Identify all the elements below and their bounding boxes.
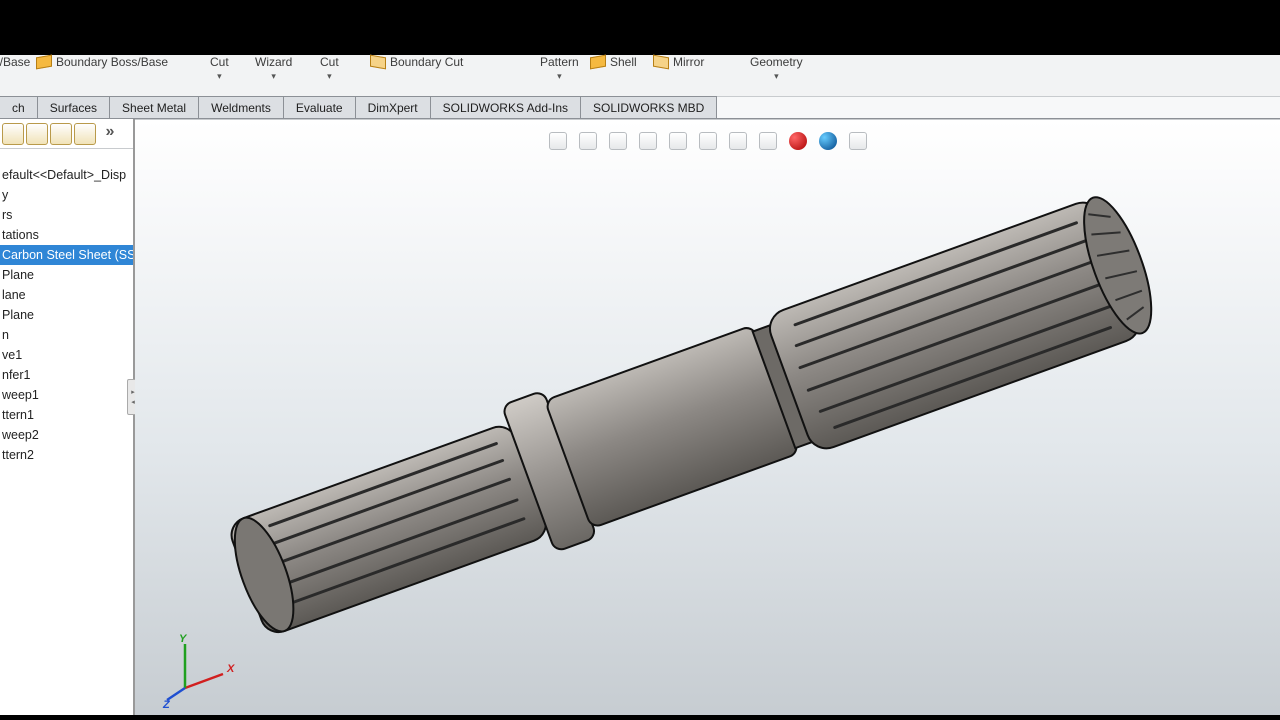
window-bottom-crop	[0, 715, 1280, 720]
tab-sheet-metal[interactable]: Sheet Metal	[109, 96, 199, 118]
boss-icon	[36, 55, 52, 70]
tab-surfaces[interactable]: Surfaces	[37, 96, 110, 118]
view-orient-icon[interactable]	[669, 132, 687, 150]
mirror-icon	[653, 55, 669, 70]
dropdown-icon: ▾	[271, 71, 276, 82]
ribbon-ref-geometry[interactable]: Geometry ▾	[750, 55, 803, 97]
tab-dimxpert[interactable]: DimXpert	[355, 96, 431, 118]
tree-item[interactable]: rs	[0, 205, 133, 225]
tab-label: Evaluate	[296, 101, 343, 115]
dropdown-icon: ▾	[774, 71, 779, 82]
tree-item[interactable]: Carbon Steel Sheet (SS	[0, 245, 133, 265]
more-label: »	[106, 123, 115, 140]
x-axis	[185, 674, 223, 688]
zoom-area-icon[interactable]	[579, 132, 597, 150]
ribbon-boundary-cut-label: Boundary Cut	[390, 55, 463, 69]
ribbon-mirror-label: Mirror	[673, 55, 704, 69]
ribbon-shell-label: Shell	[610, 55, 637, 69]
tree-tab-icon[interactable]	[50, 123, 72, 145]
rotate-cursor-icon	[675, 422, 701, 446]
command-manager-tabs: ch Surfaces Sheet Metal Weldments Evalua…	[0, 97, 1280, 119]
x-label: X	[226, 663, 235, 675]
ribbon: /Base Boundary Boss/Base Cut ▾ Wizard ▾ …	[0, 55, 1280, 97]
ribbon-base[interactable]: /Base	[0, 55, 30, 97]
dropdown-icon: ▾	[217, 71, 222, 82]
tab-sketch[interactable]: ch	[0, 96, 38, 118]
tree-item[interactable]: n	[0, 325, 133, 345]
tab-label: Sheet Metal	[122, 101, 186, 115]
shell-icon	[590, 55, 606, 70]
dropdown-icon: ▾	[557, 71, 562, 82]
tree-tab-icon[interactable]	[74, 123, 96, 145]
tab-label: DimXpert	[368, 101, 418, 115]
tree-item[interactable]: ttern2	[0, 445, 133, 465]
model-splined-shaft	[195, 170, 1240, 640]
tab-label: SOLIDWORKS MBD	[593, 101, 704, 115]
ribbon-cut[interactable]: Cut ▾	[210, 55, 229, 97]
tree-item[interactable]: ve1	[0, 345, 133, 365]
orientation-triad[interactable]: X Y Z	[165, 630, 245, 702]
ribbon-cut-label: Cut	[210, 55, 229, 69]
dropdown-icon: ▾	[327, 71, 332, 82]
display-style-icon[interactable]	[699, 132, 717, 150]
apply-scene-icon[interactable]	[789, 132, 807, 150]
tab-sw-mbd[interactable]: SOLIDWORKS MBD	[580, 96, 717, 118]
ribbon-geometry-label: Geometry	[750, 55, 803, 69]
ribbon-cut2-label: Cut	[320, 55, 339, 69]
hide-show-icon[interactable]	[729, 132, 747, 150]
ribbon-boundary-boss[interactable]: Boundary Boss/Base	[36, 55, 186, 97]
ribbon-wizard-label: Wizard	[255, 55, 292, 69]
tree-item[interactable]: lane	[0, 285, 133, 305]
tree-tabs-more[interactable]: »	[98, 123, 122, 145]
tree-item[interactable]: nfer1	[0, 365, 133, 385]
window-top-crop	[0, 0, 1280, 55]
z-label: Z	[162, 699, 171, 711]
render-tools-icon[interactable]	[849, 132, 867, 150]
tree-item[interactable]: ttern1	[0, 405, 133, 425]
feature-tree[interactable]: efault<<Default>_DispyrstationsCarbon St…	[0, 149, 133, 465]
ribbon-pattern[interactable]: Pattern ▾	[540, 55, 579, 97]
tree-item[interactable]: Plane	[0, 265, 133, 285]
prev-view-icon[interactable]	[609, 132, 627, 150]
edit-appearance-icon[interactable]	[759, 132, 777, 150]
tab-label: Weldments	[211, 101, 271, 115]
ribbon-base-label: /Base	[0, 55, 30, 69]
view-hud-toolbar	[549, 132, 867, 150]
main-area: » efault<<Default>_DispyrstationsCarbon …	[0, 119, 1280, 720]
tree-tab-icon[interactable]	[2, 123, 24, 145]
ribbon-shell[interactable]: Shell	[590, 55, 645, 97]
tab-label: ch	[12, 101, 25, 115]
view-settings-icon[interactable]	[819, 132, 837, 150]
section-view-icon[interactable]	[639, 132, 657, 150]
tab-sw-addins[interactable]: SOLIDWORKS Add-Ins	[430, 96, 581, 118]
ribbon-pattern-label: Pattern	[540, 55, 579, 69]
ribbon-boundary-boss-label: Boundary Boss/Base	[56, 55, 168, 69]
tree-item[interactable]: Plane	[0, 305, 133, 325]
tree-item[interactable]: y	[0, 185, 133, 205]
tree-tab-icon[interactable]	[26, 123, 48, 145]
cut-icon	[370, 55, 386, 70]
tab-label: Surfaces	[50, 101, 97, 115]
tree-item[interactable]: weep1	[0, 385, 133, 405]
ribbon-boundary-cut[interactable]: Boundary Cut	[370, 55, 490, 97]
tab-weldments[interactable]: Weldments	[198, 96, 284, 118]
tree-item[interactable]: weep2	[0, 425, 133, 445]
tree-item[interactable]: tations	[0, 225, 133, 245]
feature-tree-panel: » efault<<Default>_DispyrstationsCarbon …	[0, 119, 135, 720]
tree-toolbar: »	[0, 119, 133, 149]
tab-evaluate[interactable]: Evaluate	[283, 96, 356, 118]
ribbon-hole-wizard[interactable]: Wizard ▾	[255, 55, 292, 97]
graphics-viewport[interactable]: X Y Z	[135, 119, 1280, 720]
tab-label: SOLIDWORKS Add-Ins	[443, 101, 568, 115]
tree-item[interactable]: efault<<Default>_Disp	[0, 165, 133, 185]
y-label: Y	[179, 633, 188, 645]
zoom-fit-icon[interactable]	[549, 132, 567, 150]
ribbon-mirror[interactable]: Mirror	[653, 55, 713, 97]
ribbon-cut2[interactable]: Cut ▾	[320, 55, 339, 97]
